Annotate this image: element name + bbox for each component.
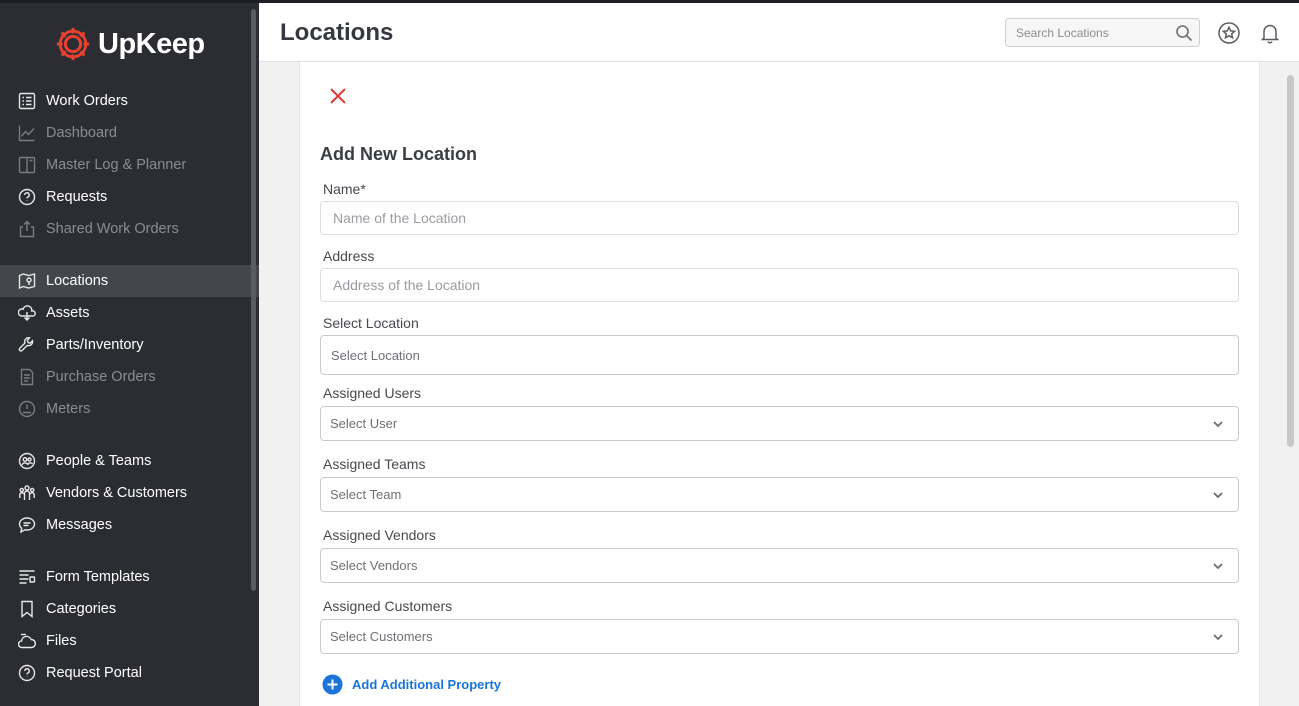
sidebar-item-categories[interactable]: Categories — [0, 593, 259, 625]
sidebar-item-vendors-customers[interactable]: Vendors & Customers — [0, 477, 259, 509]
assigned-vendors-label: Assigned Vendors — [323, 527, 436, 543]
bell-icon[interactable] — [1258, 21, 1282, 45]
sidebar-item-parts-inventory[interactable]: Parts/Inventory — [0, 329, 259, 361]
sidebar-item-label: Work Orders — [46, 93, 128, 109]
sidebar-item-people-teams[interactable]: People & Teams — [0, 445, 259, 477]
sidebar-item-label: Form Templates — [46, 569, 150, 585]
address-input[interactable] — [321, 277, 1238, 293]
sidebar-item-label: Purchase Orders — [46, 369, 156, 385]
assigned-vendors-placeholder: Select Vendors — [330, 558, 418, 573]
sidebar-item-label: Vendors & Customers — [46, 485, 188, 501]
brand-name: UpKeep — [98, 27, 205, 60]
wrench-icon — [18, 337, 34, 352]
sidebar-item-messages[interactable]: Messages — [0, 509, 259, 541]
chat-icon — [18, 517, 36, 534]
assigned-users-label: Assigned Users — [323, 385, 422, 401]
question-circle-icon — [18, 188, 36, 206]
cube-icon — [18, 305, 36, 321]
question-circle-icon — [18, 664, 36, 682]
document-icon — [20, 368, 34, 386]
search-input[interactable] — [1016, 25, 1166, 40]
assigned-users-placeholder: Select User — [330, 416, 398, 431]
chevron-down-icon[interactable] — [1211, 417, 1225, 431]
add-location-panel: Add New Location Name* Address Select Lo… — [299, 62, 1260, 706]
sidebar-item-label: Master Log & Planner — [46, 157, 187, 173]
sidebar-item-shared-work-orders[interactable]: Shared Work Orders — [0, 213, 259, 245]
assigned-teams-select[interactable]: Select Team — [320, 477, 1239, 512]
close-button[interactable] — [328, 86, 348, 106]
parent-location-label: Select Location — [323, 315, 419, 331]
assigned-vendors-select[interactable]: Select Vendors — [320, 548, 1239, 583]
chart-icon — [18, 125, 35, 142]
sidebar-item-label: Parts/Inventory — [46, 337, 144, 353]
form-icon — [19, 570, 36, 584]
sidebar-item-files[interactable]: Files — [0, 625, 259, 657]
parent-location-placeholder: Select Location — [331, 347, 420, 363]
sidebar-scrollbar[interactable] — [251, 9, 256, 591]
star-icon[interactable] — [1217, 21, 1241, 45]
sidebar-item-label: People & Teams — [46, 453, 152, 469]
search-icon[interactable] — [1175, 24, 1193, 42]
plus-circle-icon — [322, 674, 343, 695]
gear-logo-icon — [56, 27, 90, 61]
chevron-down-icon[interactable] — [1211, 488, 1225, 502]
sidebar-item-assets[interactable]: Assets — [0, 297, 259, 329]
assigned-customers-label: Assigned Customers — [323, 598, 453, 614]
sidebar-item-work-orders[interactable]: Work Orders — [0, 85, 259, 117]
add-additional-property-button[interactable]: Add Additional Property — [322, 674, 501, 695]
sidebar-item-label: Shared Work Orders — [46, 221, 179, 237]
map-pin-icon — [18, 273, 36, 290]
name-field[interactable] — [320, 201, 1239, 235]
name-input[interactable] — [321, 210, 1238, 226]
group-icon — [19, 485, 35, 500]
assigned-customers-select[interactable]: Select Customers — [320, 619, 1239, 654]
sidebar-item-label: Files — [46, 633, 77, 649]
sidebar-item-label: Dashboard — [46, 125, 117, 141]
assigned-users-select[interactable]: Select User — [320, 406, 1239, 441]
people-icon — [18, 452, 36, 470]
assigned-customers-placeholder: Select Customers — [330, 629, 433, 644]
top-header: Locations — [259, 0, 1299, 62]
sidebar-item-label: Request Portal — [46, 665, 142, 681]
name-label: Name* — [323, 181, 366, 197]
sidebar-item-label: Categories — [46, 601, 117, 617]
share-icon — [19, 220, 35, 238]
gauge-icon — [18, 400, 36, 418]
upkeep-logo[interactable]: UpKeep — [54, 24, 205, 64]
sidebar-item-label: Locations — [46, 273, 109, 289]
book-icon — [18, 156, 36, 174]
sidebar-item-form-templates[interactable]: Form Templates — [0, 561, 259, 593]
form-title: Add New Location — [320, 144, 477, 164]
bookmark-icon — [21, 600, 33, 618]
address-field[interactable] — [320, 268, 1239, 302]
cloud-file-icon — [18, 633, 36, 649]
search-box[interactable] — [1005, 18, 1200, 47]
assigned-teams-placeholder: Select Team — [330, 487, 402, 502]
sidebar-item-request-portal[interactable]: Request Portal — [0, 657, 259, 689]
chevron-down-icon[interactable] — [1211, 630, 1225, 644]
chevron-down-icon[interactable] — [1211, 559, 1225, 573]
sidebar-item-locations[interactable]: Locations — [0, 265, 259, 297]
address-label: Address — [323, 248, 375, 264]
sidebar-item-label: Assets — [46, 305, 90, 321]
sidebar-item-purchase-orders[interactable]: Purchase Orders — [0, 361, 259, 393]
parent-location-select[interactable]: Select Location — [320, 335, 1239, 375]
assigned-teams-label: Assigned Teams — [323, 456, 426, 472]
sidebar-item-requests[interactable]: Requests — [0, 181, 259, 213]
sidebar-item-dashboard[interactable]: Dashboard — [0, 117, 259, 149]
sidebar-item-meters[interactable]: Meters — [0, 393, 259, 425]
sidebar-item-label: Meters — [46, 401, 91, 417]
main-scrollbar[interactable] — [1287, 75, 1294, 447]
close-icon — [330, 88, 346, 104]
page-title: Locations — [280, 19, 394, 46]
sidebar-item-master-log[interactable]: Master Log & Planner — [0, 149, 259, 181]
list-icon — [18, 92, 36, 110]
sidebar-item-label: Messages — [46, 517, 113, 533]
sidebar: UpKeep Work Orders Dashboard Master Log … — [0, 0, 259, 706]
sidebar-item-label: Requests — [46, 189, 108, 205]
add-additional-property-label: Add Additional Property — [352, 677, 502, 692]
